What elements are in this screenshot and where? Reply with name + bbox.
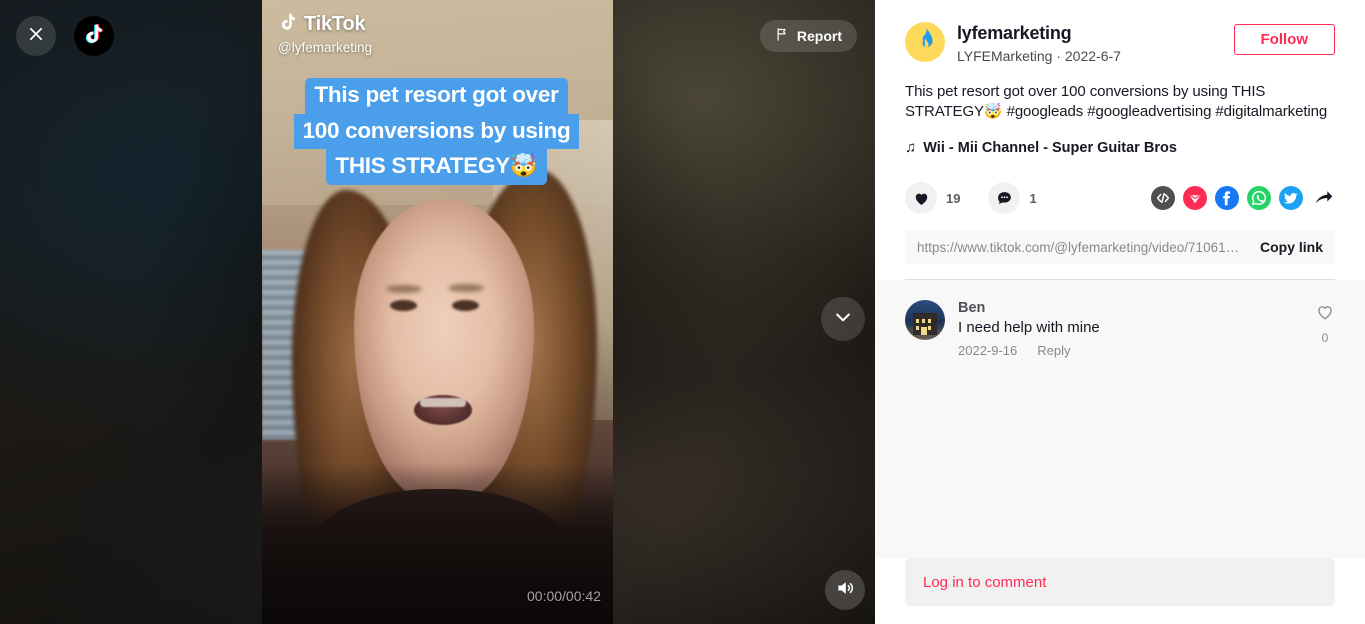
share-arrow-icon[interactable]: [1311, 186, 1335, 210]
tiktok-logo-icon: [83, 22, 106, 50]
tiktok-video-page: TikTok @lyfemarketing This pet resort go…: [0, 0, 1365, 624]
comment-text: I need help with mine: [958, 319, 1100, 337]
author-row: lyfemarketing LYFEMarketing · 2022-6-7 F…: [905, 22, 1335, 64]
author-subtitle: LYFEMarketing · 2022-6-7: [957, 47, 1121, 64]
whatsapp-icon[interactable]: [1247, 186, 1271, 211]
panel-header: lyfemarketing LYFEMarketing · 2022-6-7 F…: [875, 0, 1365, 281]
share-link-row: Copy link: [905, 230, 1335, 265]
video-description: This pet resort got over 100 conversions…: [905, 82, 1328, 120]
comments-list: Ben I need help with mine 2022-9-16 Repl…: [875, 280, 1365, 558]
report-label: Report: [796, 28, 842, 44]
comment-body: Ben I need help with mine 2022-9-16 Repl…: [958, 300, 1315, 358]
video-stage: TikTok @lyfemarketing This pet resort go…: [0, 0, 875, 624]
comment-author[interactable]: Ben: [958, 300, 1315, 316]
avatar[interactable]: [905, 22, 945, 62]
watermark-brand: TikTok: [304, 13, 366, 35]
video-scene-brow-left: [386, 285, 422, 293]
flame-avatar-icon: [915, 27, 936, 57]
music-row[interactable]: ♫ Wii - Mii Channel - Super Guitar Bros: [905, 139, 1335, 156]
login-to-comment-button[interactable]: Log in to comment: [905, 558, 1335, 606]
comment-action[interactable]: 1: [988, 182, 1037, 215]
comment-like-button[interactable]: 0: [1315, 300, 1335, 345]
music-title: Wii - Mii Channel - Super Guitar Bros: [923, 139, 1177, 156]
speaker-on-icon: [835, 578, 855, 603]
author-name[interactable]: lyfemarketing: [957, 23, 1234, 45]
comment-date: 2022-9-16: [958, 343, 1018, 359]
embed-icon[interactable]: [1151, 186, 1175, 211]
flag-icon: [775, 27, 790, 45]
video-caption-overlay: This pet resort got over 100 conversions…: [284, 78, 589, 185]
music-note-icon: ♫: [905, 139, 917, 157]
engagement-actions: 19 1: [905, 182, 1335, 215]
author-meta: lyfemarketing LYFEMarketing · 2022-6-7: [957, 22, 1234, 64]
heart-outline-icon: [1315, 306, 1335, 326]
caption-line: 100 conversions by using: [293, 113, 580, 150]
login-label: Log in to comment: [923, 573, 1047, 591]
like-count: 19: [946, 190, 961, 206]
video-scene-brow-right: [448, 284, 484, 292]
comment-meta: 2022-9-16 Reply: [958, 343, 1315, 358]
twitter-icon[interactable]: [1279, 186, 1303, 211]
close-icon: [27, 25, 45, 48]
caption-line: This pet resort got over: [305, 78, 568, 114]
facebook-icon[interactable]: [1215, 186, 1239, 211]
copy-link-button[interactable]: Copy link: [1246, 239, 1323, 255]
report-button[interactable]: Report: [759, 20, 857, 52]
volume-button[interactable]: [825, 570, 865, 610]
watermark-handle: @lyfemarketing: [278, 40, 372, 55]
comment-like-count: 0: [1321, 331, 1329, 346]
next-video-button[interactable]: [821, 297, 865, 341]
comment-avatar[interactable]: [905, 300, 945, 341]
share-link-input[interactable]: [917, 239, 1246, 255]
tiktok-note-icon: [278, 12, 298, 37]
heart-filled-icon: [905, 182, 937, 215]
video-scene-eye-left: [390, 300, 417, 311]
video-watermark: TikTok @lyfemarketing: [278, 12, 372, 55]
comment-item: Ben I need help with mine 2022-9-16 Repl…: [905, 300, 1335, 358]
share-icon-list: [1151, 186, 1335, 211]
comment-count: 1: [1029, 190, 1037, 206]
like-action[interactable]: 19: [905, 182, 961, 215]
telegram-icon[interactable]: [1183, 186, 1207, 211]
login-bar: Log in to comment: [875, 558, 1365, 624]
video-player[interactable]: TikTok @lyfemarketing This pet resort go…: [262, 0, 613, 624]
video-scene-eye-right: [452, 300, 479, 311]
video-scene-face: [354, 200, 534, 500]
video-info-panel: lyfemarketing LYFEMarketing · 2022-6-7 F…: [875, 0, 1365, 624]
tiktok-logo-button[interactable]: [74, 16, 114, 56]
caption-line: THIS STRATEGY🤯: [326, 149, 547, 185]
follow-button[interactable]: Follow: [1233, 24, 1335, 55]
comment-bubble-icon: [988, 182, 1021, 215]
video-timestamp: 00:00/00:42: [527, 588, 601, 604]
comment-reply-button[interactable]: Reply: [1037, 343, 1070, 358]
close-button[interactable]: [16, 16, 56, 56]
chevron-down-icon: [833, 307, 853, 332]
video-scene-teeth: [420, 398, 466, 407]
